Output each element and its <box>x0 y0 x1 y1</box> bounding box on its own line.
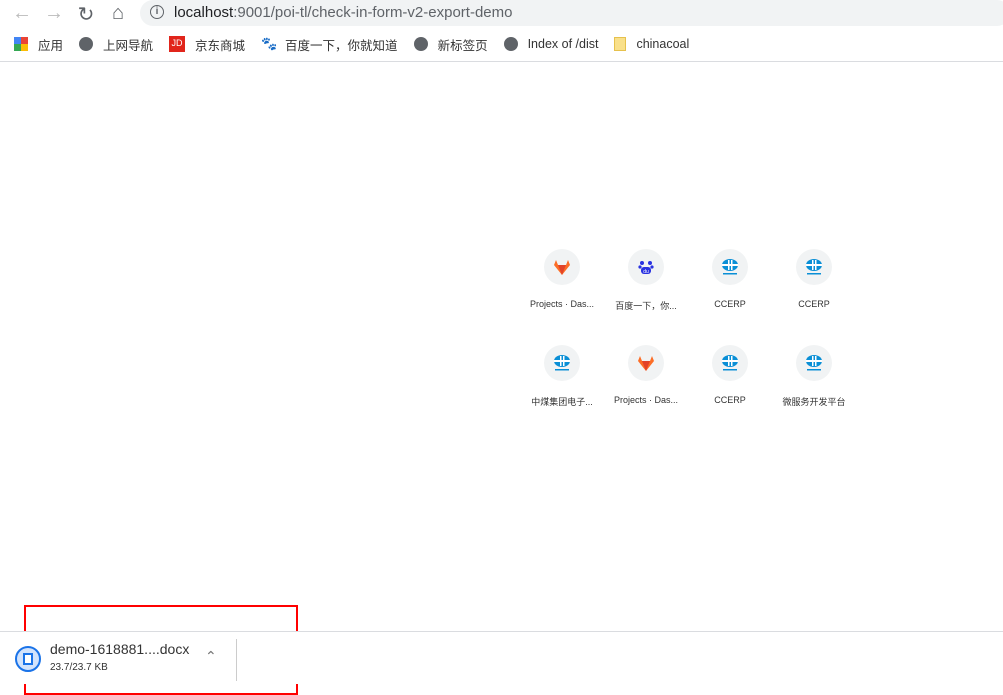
bookmark-label: chinacoal <box>636 37 690 51</box>
globe-icon <box>503 37 518 51</box>
shortcut-tile[interactable]: CCERP <box>688 249 772 309</box>
shortcut-label: CCERP <box>714 299 746 309</box>
bookmark-folder-chinacoal[interactable]: chinacoal <box>614 37 689 51</box>
shortcut-label: Projects · Das... <box>529 299 594 309</box>
gitlab-icon <box>544 249 580 285</box>
svg-text:du: du <box>643 269 649 275</box>
back-button[interactable]: ← <box>10 2 34 25</box>
shortcut-label: 微服务开发平台 <box>782 397 846 407</box>
chinacoal-icon <box>712 249 748 285</box>
docx-file-icon <box>15 646 41 672</box>
gitlab-icon <box>628 345 664 381</box>
globe-icon <box>413 37 428 51</box>
bookmark-label: 百度一下，你就知道 <box>285 38 398 53</box>
info-icon[interactable]: i <box>150 5 164 19</box>
shortcut-tile[interactable]: Projects · Das... <box>604 345 688 405</box>
bookmark-label: 应用 <box>38 38 64 53</box>
bookmark-label: 上网导航 <box>103 38 154 53</box>
bookmark-item[interactable]: JD 京东商城 <box>169 35 245 54</box>
bookmark-item[interactable]: 🐾 百度一下，你就知道 <box>261 35 398 54</box>
toolbar-divider <box>0 61 1003 62</box>
home-button[interactable]: ⌂ <box>106 2 130 25</box>
download-item[interactable]: demo-1618881....docx 23.7/23.7 KB <box>50 641 189 673</box>
url-path: :9001/poi-tl/check-in-form-v2-export-dem… <box>233 4 513 21</box>
shortcut-label: CCERP <box>798 299 830 309</box>
reload-button[interactable]: ↻ <box>74 2 98 27</box>
bookmark-item[interactable]: 新标签页 <box>413 35 488 54</box>
shortcut-tile[interactable]: CCERP <box>772 249 856 309</box>
apps-grid-icon <box>14 37 28 51</box>
download-size: 23.7/23.7 KB <box>50 662 108 673</box>
chinacoal-icon <box>796 249 832 285</box>
baidu-icon: du <box>628 249 664 285</box>
bookmark-item[interactable]: Index of /dist <box>503 37 599 51</box>
shortcut-label: Projects · Das... <box>613 395 678 405</box>
download-shelf: demo-1618881....docx 23.7/23.7 KB ⌃ <box>0 631 1003 684</box>
shortcut-tile[interactable]: 中煤集团电子... <box>520 345 604 408</box>
shortcut-label: CCERP <box>714 395 746 405</box>
download-divider <box>236 639 237 681</box>
shortcut-label: 中煤集团电子... <box>531 397 593 407</box>
bookmarks-bar: 应用 上网导航 JD 京东商城 🐾 百度一下，你就知道 新标签页 Index of … <box>0 32 705 56</box>
globe-icon <box>79 37 94 51</box>
folder-icon <box>614 37 627 51</box>
shortcut-tile[interactable]: du 百度一下，你... <box>604 249 688 312</box>
baidu-icon: 🐾 <box>261 36 278 51</box>
url-text: localhost:9001/poi-tl/check-in-form-v2-e… <box>174 4 512 21</box>
bookmark-label: Index of /dist <box>527 37 599 51</box>
chinacoal-icon <box>544 345 580 381</box>
bookmark-label: 京东商城 <box>195 38 246 53</box>
shortcut-tile[interactable]: Projects · Das... <box>520 249 604 309</box>
shortcut-tile[interactable]: CCERP <box>688 345 772 405</box>
download-filename: demo-1618881....docx <box>50 641 190 657</box>
jd-icon: JD <box>169 36 186 52</box>
bookmark-apps[interactable]: 应用 <box>14 35 63 54</box>
bookmark-label: 新标签页 <box>437 38 488 53</box>
chinacoal-icon <box>796 345 832 381</box>
shortcut-label: 百度一下，你... <box>615 301 677 311</box>
shortcut-tile[interactable]: 微服务开发平台 <box>772 345 856 408</box>
url-host: localhost <box>174 4 234 21</box>
address-bar[interactable]: i localhost:9001/poi-tl/check-in-form-v2… <box>140 0 1003 26</box>
bookmark-item[interactable]: 上网导航 <box>79 35 153 54</box>
forward-button[interactable]: → <box>42 2 66 25</box>
chinacoal-icon <box>712 345 748 381</box>
browser-toolbar: ← → ↻ ⌂ i localhost:9001/poi-tl/check-in… <box>0 0 1003 28</box>
chevron-up-icon[interactable]: ⌃ <box>205 648 217 665</box>
